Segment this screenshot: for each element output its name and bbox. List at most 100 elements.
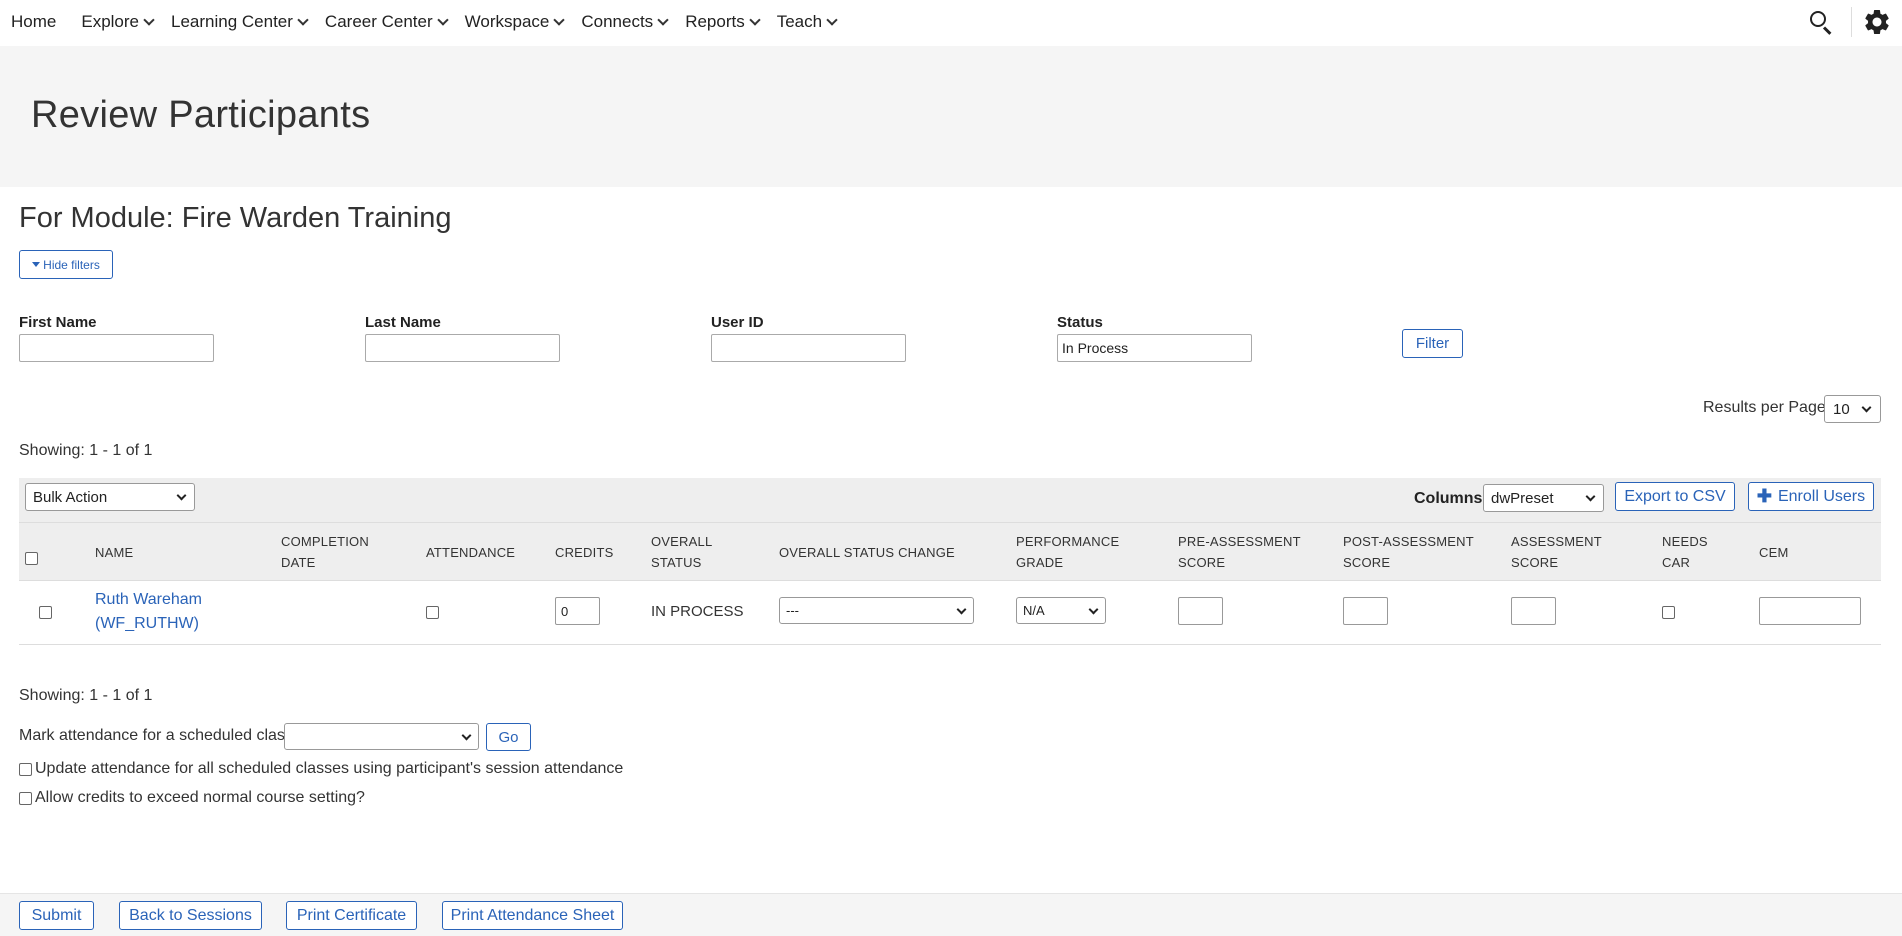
nav-workspace[interactable]: Workspace [464,12,566,32]
row-select-checkbox[interactable] [39,606,52,619]
footer-actions: Submit Back to Sessions Print Certificat… [0,893,1902,936]
showing-count-bottom: Showing: 1 - 1 of 1 [19,687,153,704]
nav-home[interactable]: Home [11,12,56,32]
header-cem[interactable]: CEM [1759,542,1789,563]
header-pre-assessment-line1: PRE-ASSESSMENT [1178,534,1301,549]
chevron-down-icon [956,604,967,615]
header-needs-car[interactable]: NEEDS CAR [1662,531,1708,573]
first-name-input[interactable] [19,334,214,362]
first-name-label: First Name [19,314,97,331]
back-to-sessions-button[interactable]: Back to Sessions [119,901,262,930]
participant-name: Ruth Wareham [95,591,202,608]
chevron-down-icon [1861,402,1872,413]
user-id-input[interactable] [711,334,906,362]
credits-input[interactable]: 0 [555,597,600,625]
participant-name-link[interactable]: Ruth Wareham (WF_RUTHW) [95,588,202,636]
chevron-down-icon [749,13,761,26]
columns-value: dwPreset [1491,489,1554,507]
header-pre-assessment-score[interactable]: PRE-ASSESSMENT SCORE [1178,531,1301,573]
results-per-page-value: 10 [1833,400,1850,418]
chevron-down-icon [826,13,838,26]
attendance-checkbox[interactable] [426,606,439,619]
status-change-value: --- [786,603,799,618]
post-assessment-input[interactable] [1343,597,1388,625]
nav-explore[interactable]: Explore [81,12,155,32]
export-csv-button[interactable]: Export to CSV [1615,482,1735,511]
overall-status-change-select[interactable]: --- [779,597,974,624]
header-needs-car-line1: NEEDS [1662,534,1708,549]
cem-input[interactable] [1759,597,1861,625]
mark-attendance-label: Mark attendance for a scheduled class: [19,727,298,744]
chevron-down-icon [176,490,187,501]
scheduled-class-select[interactable] [284,723,479,750]
header-name[interactable]: NAME [95,542,133,563]
nav-learning-center[interactable]: Learning Center [171,12,309,32]
chevron-down-icon [297,13,309,26]
print-attendance-sheet-button[interactable]: Print Attendance Sheet [442,901,623,930]
header-completion-date[interactable]: COMPLETION DATE [281,531,369,573]
allow-credits-checkbox[interactable] [19,791,32,805]
nav-reports-label: Reports [685,12,745,31]
nav-reports[interactable]: Reports [685,12,761,32]
filter-button[interactable]: Filter [1402,329,1463,358]
enroll-users-button[interactable]: ✚ Enroll Users [1748,482,1874,511]
table-row: Ruth Wareham (WF_RUTHW) 0 IN PROCESS ---… [19,581,1881,645]
header-needs-car-line2: CAR [1662,555,1691,570]
status-input[interactable] [1057,334,1252,362]
header-overall-status[interactable]: OVERALL STATUS [651,531,712,573]
nav-home-label: Home [11,12,57,31]
nav-workspace-label: Workspace [464,12,550,31]
plus-icon: ✚ [1756,486,1772,506]
select-all-checkbox[interactable] [25,552,38,565]
pre-assessment-input[interactable] [1178,597,1223,625]
go-button[interactable]: Go [486,723,531,751]
last-name-label: Last Name [365,314,441,331]
hide-filters-label: Hide filters [43,257,100,272]
search-icon[interactable] [1807,8,1835,36]
credits-value: 0 [561,603,569,619]
hide-filters-button[interactable]: Hide filters [19,250,113,279]
header-completion-date-line2: DATE [281,555,316,570]
header-overall-status-line1: OVERALL [651,534,713,549]
header-completion-date-line1: COMPLETION [281,534,369,549]
header-post-assessment-line2: SCORE [1343,555,1391,570]
performance-grade-value: N/A [1023,603,1045,618]
update-attendance-option: Update attendance for all scheduled clas… [19,760,623,778]
update-attendance-checkbox[interactable] [19,762,32,776]
header-post-assessment-score[interactable]: POST-ASSESSMENT SCORE [1343,531,1474,573]
last-name-input[interactable] [365,334,560,362]
submit-button[interactable]: Submit [19,901,94,930]
assessment-score-input[interactable] [1511,597,1556,625]
chevron-down-icon [553,13,566,26]
results-per-page-label: Results per Page: [1703,399,1831,416]
header-assessment-score[interactable]: ASSESSMENT SCORE [1511,531,1602,573]
bulk-action-value: Bulk Action [33,488,108,506]
header-overall-status-change[interactable]: OVERALL STATUS CHANGE [779,542,955,563]
enroll-users-label: Enroll Users [1777,487,1866,505]
page-banner: Review Participants [0,46,1902,187]
nav-career-center[interactable]: Career Center [324,12,449,32]
performance-grade-select[interactable]: N/A [1016,597,1106,624]
header-credits[interactable]: CREDITS [555,542,613,563]
nav-connects-label: Connects [581,12,654,31]
header-post-assessment-line1: POST-ASSESSMENT [1343,534,1474,549]
nav-divider [1851,7,1852,37]
print-certificate-button[interactable]: Print Certificate [286,901,417,930]
header-pre-assessment-line2: SCORE [1178,555,1226,570]
nav-connects[interactable]: Connects [581,12,669,32]
header-performance-grade[interactable]: PERFORMANCE GRADE [1016,531,1119,573]
allow-credits-option: Allow credits to exceed normal course se… [19,789,365,807]
nav-teach[interactable]: Teach [777,12,838,32]
nav-career-center-label: Career Center [324,12,433,31]
nav-learning-center-label: Learning Center [171,12,293,31]
chevron-down-icon [1585,491,1596,502]
bulk-action-select[interactable]: Bulk Action [25,483,195,511]
update-attendance-label: Update attendance for all scheduled clas… [35,760,624,777]
header-attendance[interactable]: ATTENDANCE [426,542,515,563]
columns-select[interactable]: dwPreset [1483,484,1604,512]
top-nav: Home Explore Learning Center Career Cent… [0,0,1902,44]
header-assessment-line2: SCORE [1511,555,1559,570]
needs-car-checkbox[interactable] [1662,606,1675,619]
results-per-page-select[interactable]: 10 [1824,395,1881,423]
gear-icon[interactable] [1862,7,1892,37]
